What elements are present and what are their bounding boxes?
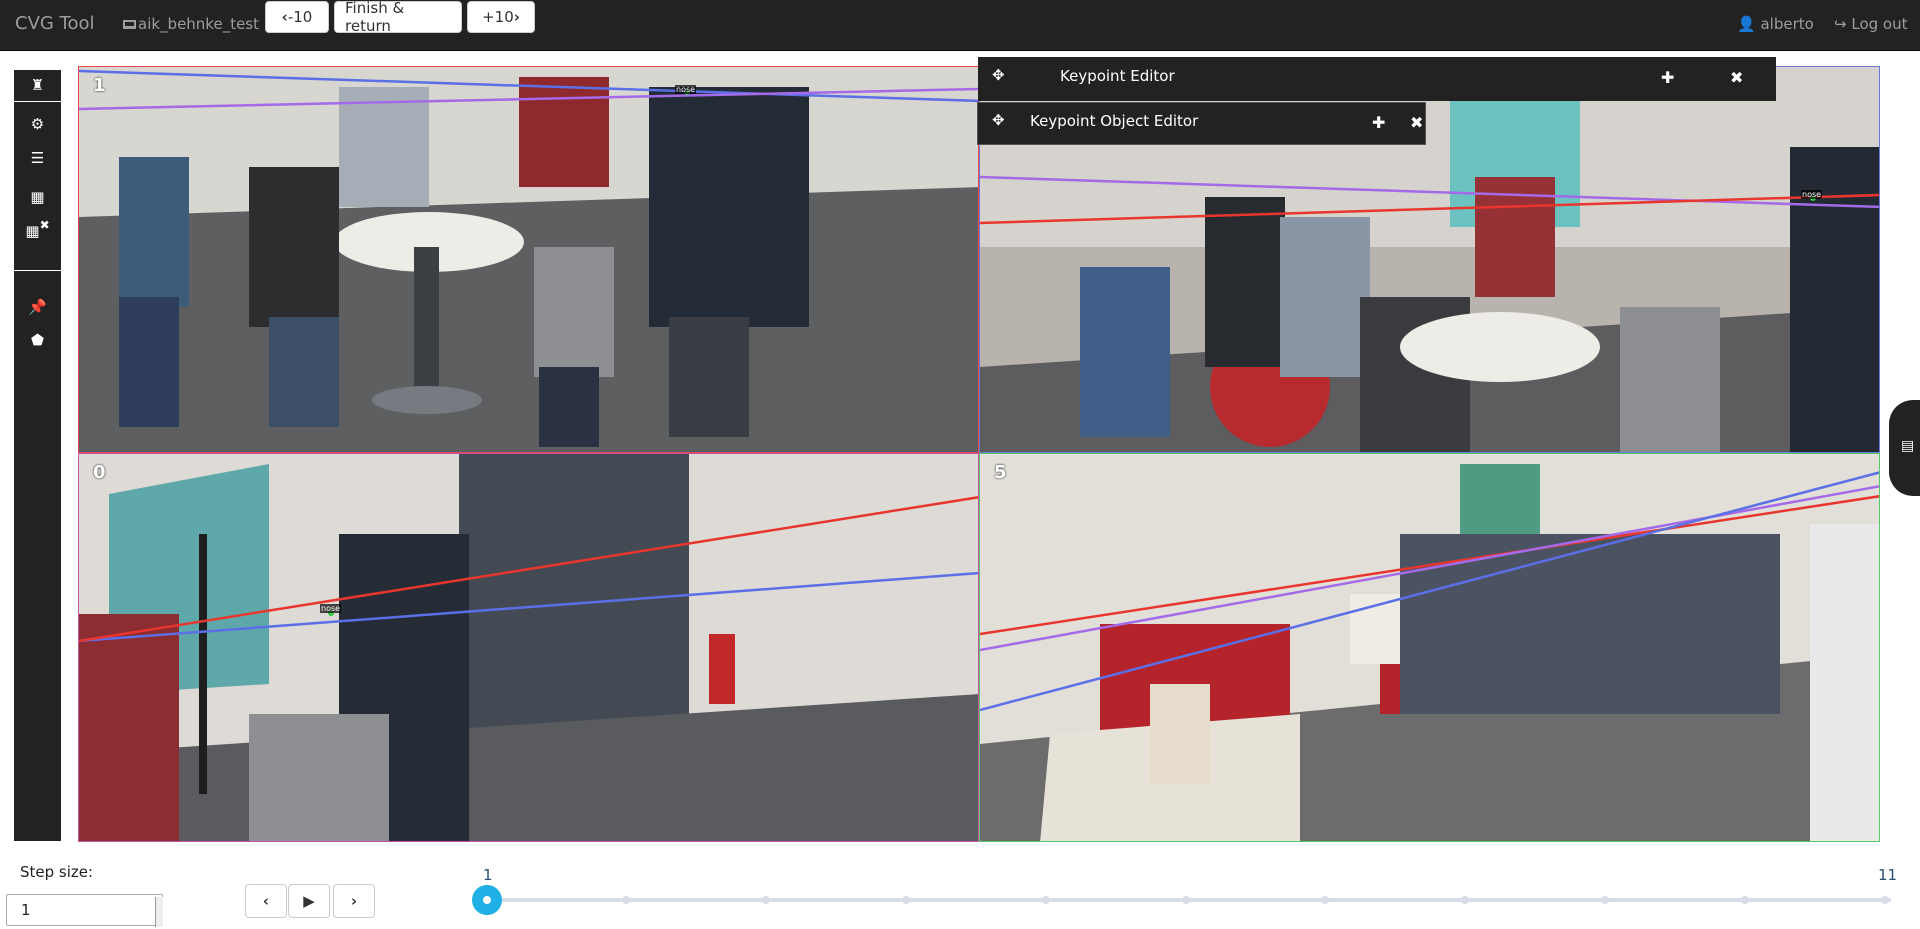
slider-tick[interactable] — [762, 896, 770, 904]
user-menu[interactable]: 👤 alberto — [1737, 15, 1814, 33]
slider-handle[interactable] — [472, 885, 502, 915]
slider-tick[interactable] — [1741, 896, 1749, 904]
step-size-value: 1 — [21, 901, 31, 919]
add-icon[interactable]: ✚ — [1661, 68, 1674, 87]
epipolar-line-purple — [79, 87, 978, 111]
move-icon[interactable]: ✥ — [992, 66, 1005, 84]
close-icon[interactable]: ✖ — [1730, 68, 1743, 87]
filmstrip-tab[interactable]: ▤ — [1889, 400, 1920, 496]
grid-icon[interactable]: ▦ — [14, 185, 61, 209]
user-icon: 👤 — [1737, 15, 1756, 33]
prev-10-button[interactable]: ‹ -10 — [265, 1, 329, 33]
epipolar-line-red — [79, 496, 978, 643]
slider-tick[interactable] — [1601, 896, 1609, 904]
step-size-label: Step size: — [20, 863, 94, 881]
stepper-arrows[interactable] — [155, 897, 163, 927]
slider-tick[interactable] — [1321, 896, 1329, 904]
view-label: 0 — [93, 462, 106, 483]
slider-tick[interactable] — [1042, 896, 1050, 904]
next-10-label: +10 — [482, 8, 514, 26]
play-icon: ▶ — [303, 892, 315, 910]
next-frame-button[interactable]: › — [333, 884, 375, 918]
epipolar-line-blue — [79, 69, 978, 103]
epipolar-line-red — [980, 193, 1879, 225]
epipolar-line-purple — [980, 485, 1879, 652]
next-10-button[interactable]: +10 › — [467, 1, 535, 33]
keypoint-editor-panel: ✥ Keypoint Editor ✚ ✖ — [978, 57, 1776, 101]
keypoint-label: nose — [320, 604, 342, 613]
laptop-icon — [123, 20, 136, 29]
gear-icon[interactable]: ⚙ — [14, 112, 61, 136]
logout-label: Log out — [1851, 15, 1908, 33]
keypoint-object-editor-panel: ✥ Keypoint Object Editor ✚ ✖ — [977, 102, 1426, 145]
add-icon[interactable]: ✚ — [1372, 113, 1385, 132]
epipolar-lines — [980, 471, 1879, 712]
epipolar-line-blue — [79, 571, 978, 643]
user-name: alberto — [1760, 15, 1814, 33]
film-icon: ▤ — [1901, 438, 1915, 454]
navbar: CVG Tool aik_behnke_test ‹ -10 Finish & r… — [0, 0, 1920, 51]
step-size-input[interactable]: 1 — [6, 894, 163, 927]
view-label: 1 — [93, 75, 106, 96]
tag-icon[interactable]: ⬟ — [14, 328, 61, 352]
epipolar-line-blue — [980, 471, 1879, 712]
epipolar-line-purple — [980, 175, 1879, 209]
play-button[interactable]: ▶ — [288, 884, 330, 918]
list-icon[interactable]: ☰ — [14, 146, 61, 170]
logout-icon: ↪ — [1834, 15, 1847, 33]
chevron-right-icon: › — [350, 892, 358, 910]
chevron-left-icon: ‹ — [262, 892, 270, 910]
camera-view-1[interactable]: 1 nose — [78, 66, 979, 453]
logout-link[interactable]: ↪ Log out — [1834, 15, 1908, 33]
epipolar-lines — [79, 496, 978, 643]
chess-rook-icon[interactable]: ♜ — [14, 73, 61, 97]
panel-title: Keypoint Editor — [1060, 67, 1175, 85]
grid-remove-icon[interactable]: ▦ ✖ — [14, 218, 61, 243]
prev-frame-button[interactable]: ‹ — [245, 884, 287, 918]
camera-view-5[interactable]: 5 — [979, 453, 1880, 842]
slider-tick[interactable] — [902, 896, 910, 904]
move-icon[interactable]: ✥ — [992, 111, 1005, 129]
slider-max-label: 11 — [1878, 866, 1898, 884]
keypoint-label: nose — [1801, 190, 1823, 199]
left-toolbar: ♜ ⚙ ☰ ▦ ▦ ✖ 📌 ⬟ — [14, 70, 61, 841]
camera-view-0[interactable]: 0 nose — [78, 453, 979, 842]
slider-tick[interactable] — [1182, 896, 1190, 904]
slider-min-label: 1 — [483, 866, 493, 884]
chevron-right-icon: › — [513, 8, 520, 26]
view-label: 5 — [994, 462, 1007, 483]
epipolar-lines — [79, 69, 978, 111]
brand[interactable]: CVG Tool — [15, 13, 95, 34]
task-name-label: aik_behnke_test — [138, 15, 259, 33]
finish-return-button[interactable]: Finish & return — [334, 0, 462, 35]
toolbar-divider — [14, 101, 61, 102]
keypoint-label: nose — [675, 85, 697, 94]
toolbar-divider — [14, 270, 61, 271]
close-icon[interactable]: ✖ — [1410, 113, 1423, 132]
slider-tick[interactable] — [622, 896, 630, 904]
epipolar-line-red — [980, 495, 1879, 636]
slider-tick[interactable] — [1461, 896, 1469, 904]
pin-icon[interactable]: 📌 — [14, 295, 61, 319]
prev-10-label: -10 — [287, 8, 313, 26]
panel-title: Keypoint Object Editor — [1030, 112, 1199, 130]
task-name: aik_behnke_test — [123, 15, 259, 33]
slider-tick[interactable] — [1881, 896, 1889, 904]
